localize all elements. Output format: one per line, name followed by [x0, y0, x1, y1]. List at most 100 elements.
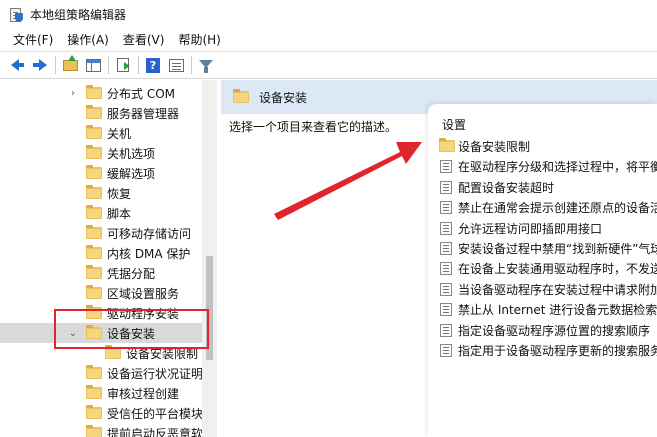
- view-icon: [168, 58, 184, 72]
- tree-node-label: 提前启动反恶意软: [107, 427, 204, 437]
- tree-node[interactable]: 关机选项: [0, 143, 202, 163]
- policy-setting-icon: [440, 201, 452, 215]
- tree-node-label: 设备运行状况证明: [107, 367, 204, 381]
- tree-node[interactable]: 审核过程创建: [0, 383, 202, 403]
- export-list-icon: [117, 58, 130, 72]
- tree-node[interactable]: 设备运行状况证明: [0, 363, 204, 383]
- tree-scrollbar[interactable]: [202, 80, 217, 437]
- show-hide-tree-button[interactable]: [83, 55, 103, 75]
- export-list-button[interactable]: [113, 55, 133, 75]
- tree-node[interactable]: 受信任的平台模块: [0, 403, 204, 423]
- tree-node-label: 分布式 COM: [107, 87, 175, 101]
- forward-button[interactable]: [30, 55, 50, 75]
- tree-node[interactable]: › 分布式 COM: [0, 83, 202, 103]
- tree-node[interactable]: 凭据分配: [0, 263, 202, 283]
- policy-setting-icon: [440, 180, 452, 194]
- policy-setting-item[interactable]: 在驱动程序分级和选择过程中，将平衡: [428, 156, 657, 176]
- view-button[interactable]: [166, 55, 186, 75]
- tree-node[interactable]: 可移动存储访问: [0, 223, 202, 243]
- folder-icon: [86, 225, 102, 239]
- tree-node-label: 受信任的平台模块: [107, 407, 204, 421]
- tree-node-label: 审核过程创建: [107, 387, 180, 401]
- tree-node[interactable]: 区域设置服务: [0, 283, 202, 303]
- settings-list: 设置 设备安装限制在驱动程序分级和选择过程中，将平衡 配置设备安装超时禁止在通常会…: [428, 104, 657, 437]
- setting-label: 在设备上安装通用驱动程序时，不发送: [458, 262, 657, 277]
- settings-folder-item[interactable]: 设备安装限制: [428, 136, 657, 156]
- help-button[interactable]: ?: [143, 55, 163, 75]
- folder-icon: [86, 425, 102, 437]
- policy-setting-item[interactable]: 在设备上安装通用驱动程序时，不发送: [428, 258, 657, 278]
- toolbar: ?: [0, 51, 657, 79]
- back-button[interactable]: [7, 55, 27, 75]
- policy-setting-item[interactable]: 指定用于设备驱动程序更新的搜索服务: [428, 340, 657, 360]
- settings-column-header[interactable]: 设置: [442, 116, 466, 133]
- policy-setting-icon: [440, 221, 452, 235]
- policy-setting-icon: [440, 344, 452, 357]
- policy-setting-icon: [440, 242, 452, 255]
- menu-action[interactable]: 操作(A): [60, 29, 116, 51]
- folder-icon: [86, 85, 102, 99]
- folder-icon: [86, 365, 102, 379]
- policy-setting-item[interactable]: 当设备驱动程序在安装过程中请求附加: [428, 279, 657, 299]
- folder-icon: [86, 165, 102, 179]
- up-one-level-button[interactable]: [60, 54, 80, 75]
- folder-icon: [86, 185, 102, 199]
- forward-icon: [33, 59, 47, 71]
- folder-icon: [439, 138, 455, 152]
- menu-help[interactable]: 帮助(H): [171, 29, 227, 51]
- tree-node-label: 脚本: [107, 207, 132, 221]
- policy-setting-icon: [440, 282, 452, 296]
- toolbar-separator: [55, 56, 56, 74]
- setting-label: 禁止从 Internet 进行设备元数据检索: [458, 303, 657, 318]
- setting-label: 在驱动程序分级和选择过程中，将平衡: [458, 160, 657, 175]
- chevron-right-icon[interactable]: ›: [68, 88, 78, 99]
- policy-setting-icon: [440, 323, 452, 337]
- policy-setting-icon: [440, 160, 452, 174]
- up-folder-icon: [62, 54, 78, 71]
- policy-setting-item[interactable]: 指定设备驱动程序源位置的搜索顺序: [428, 320, 657, 340]
- tree-node[interactable]: 脚本: [0, 203, 202, 223]
- tree-node[interactable]: 关机: [0, 123, 202, 143]
- setting-label: 配置设备安装超时: [458, 180, 555, 195]
- folder-icon: [86, 205, 102, 219]
- policy-setting-item[interactable]: 禁止从 Internet 进行设备元数据检索: [428, 299, 657, 319]
- setting-label: 允许远程访问即插即用接口: [458, 221, 603, 236]
- tree-node-label: 缓解选项: [107, 167, 156, 181]
- gpedit-app-icon: [9, 7, 23, 22]
- help-icon: ?: [146, 57, 160, 73]
- show-hide-tree-icon: [85, 58, 101, 72]
- folder-icon: [86, 385, 102, 399]
- annotation-highlight-box: [54, 309, 209, 349]
- policy-setting-item[interactable]: 安装设备过程中禁用“找到新硬件”气球: [428, 238, 657, 258]
- folder-icon: [86, 265, 102, 279]
- folder-icon: [86, 105, 102, 119]
- tree-node[interactable]: 缓解选项: [0, 163, 202, 183]
- policy-setting-item[interactable]: 允许远程访问即插即用接口: [428, 218, 657, 238]
- filter-button[interactable]: [196, 55, 216, 75]
- policy-setting-item[interactable]: 禁止在通常会提示创建还原点的设备活: [428, 197, 657, 217]
- tree-node[interactable]: 恢复: [0, 183, 202, 203]
- setting-label: 安装设备过程中禁用“找到新硬件”气球: [458, 242, 657, 256]
- console-tree: › 分布式 COM 服务器管理器关机关机选项缓解选项恢复脚本可移动存储访问内核 DM…: [0, 80, 217, 437]
- description-text: 选择一个项目来查看它的描述。: [229, 120, 398, 134]
- menu-file[interactable]: 文件(F): [0, 29, 60, 51]
- tree-node[interactable]: 内核 DMA 保护: [0, 243, 202, 263]
- tree-node-label: 内核 DMA 保护: [107, 247, 191, 261]
- tree-node-label: 关机选项: [107, 147, 156, 161]
- setting-label: 禁止在通常会提示创建还原点的设备活: [458, 201, 657, 216]
- folder-icon: [86, 125, 102, 139]
- title-bar: 本地组策略编辑器: [0, 0, 657, 29]
- policy-setting-item[interactable]: 配置设备安装超时: [428, 177, 657, 197]
- menu-view[interactable]: 查看(V): [116, 29, 172, 51]
- details-header-title: 设备安装: [259, 91, 308, 105]
- folder-icon: [233, 89, 249, 103]
- tree-node-label: 服务器管理器: [107, 107, 180, 121]
- tree-node[interactable]: 服务器管理器: [0, 103, 202, 123]
- folder-icon: [86, 405, 102, 419]
- toolbar-separator: [108, 56, 109, 74]
- folder-icon: [86, 245, 102, 259]
- tree-node[interactable]: 提前启动反恶意软: [0, 423, 204, 437]
- setting-label: 当设备驱动程序在安装过程中请求附加: [458, 282, 657, 297]
- policy-setting-icon: [440, 303, 452, 317]
- folder-icon: [86, 285, 102, 299]
